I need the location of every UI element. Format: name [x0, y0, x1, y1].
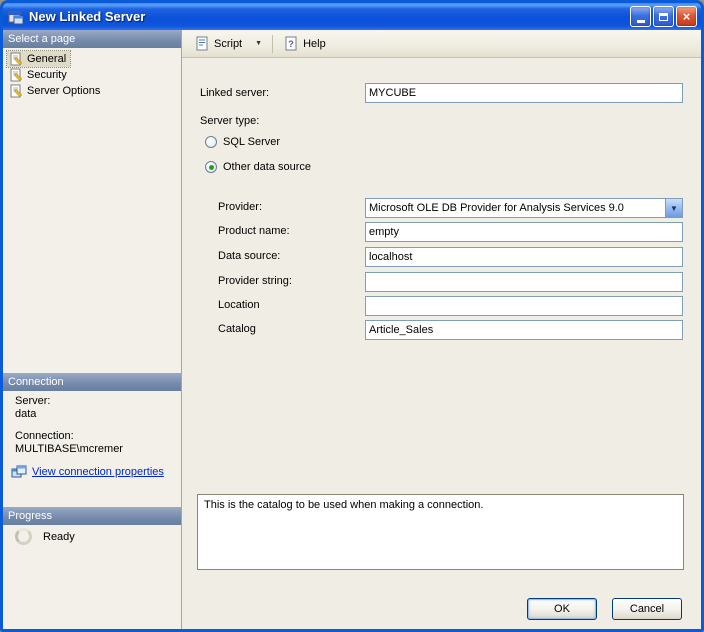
- help-button[interactable]: ? Help: [279, 33, 331, 55]
- location-label: Location: [218, 299, 260, 311]
- window-title: New Linked Server: [29, 9, 146, 24]
- field-help-box: This is the catalog to be used when maki…: [197, 494, 684, 570]
- chevron-down-icon: ▼: [255, 40, 263, 47]
- window-server-icon: [8, 11, 24, 24]
- other-data-source-radio[interactable]: Other data source: [205, 161, 311, 173]
- progress-status: Ready: [43, 531, 75, 543]
- close-icon: ×: [682, 9, 691, 24]
- connection-value: MULTIBASE\mcremer: [15, 443, 123, 455]
- data-source-input[interactable]: [365, 247, 683, 267]
- linked-server-input[interactable]: [365, 83, 683, 103]
- provider-string-label: Provider string:: [218, 275, 292, 287]
- server-label: Server:: [15, 395, 51, 407]
- product-name-label: Product name:: [218, 225, 290, 237]
- view-connection-properties-link[interactable]: View connection properties: [11, 464, 164, 480]
- main-pane: Script ▼ ? Help Linked server: Server ty…: [182, 30, 701, 629]
- new-linked-server-dialog: New Linked Server × Select a page Genera…: [0, 0, 704, 632]
- sql-server-radio[interactable]: SQL Server: [205, 136, 280, 148]
- view-connection-properties-label: View connection properties: [32, 466, 164, 478]
- select-a-page-header: Select a page: [3, 30, 181, 48]
- help-icon: ?: [285, 36, 297, 51]
- sidebar-item-security[interactable]: Security: [7, 67, 71, 83]
- server-type-label: Server type:: [200, 115, 260, 127]
- sidebar: Select a page General Security Server Op…: [3, 30, 182, 629]
- sidebar-item-label: Server Options: [27, 85, 101, 97]
- script-dropdown-button[interactable]: ▼: [247, 33, 268, 55]
- sidebar-item-general[interactable]: General: [5, 50, 72, 68]
- page-icon: [10, 68, 23, 82]
- titlebar[interactable]: New Linked Server ×: [3, 3, 701, 30]
- cancel-button[interactable]: Cancel: [612, 598, 682, 620]
- maximize-button[interactable]: [653, 6, 674, 27]
- toolbar: Script ▼ ? Help: [182, 30, 701, 58]
- connection-header: Connection: [3, 373, 181, 391]
- provider-selected-value: Microsoft OLE DB Provider for Analysis S…: [369, 202, 624, 214]
- field-help-text: This is the catalog to be used when maki…: [204, 499, 484, 511]
- window-controls: ×: [628, 6, 697, 27]
- dialog-body: Select a page General Security Server Op…: [3, 30, 701, 629]
- sidebar-item-server-options[interactable]: Server Options: [7, 83, 104, 99]
- catalog-input[interactable]: [365, 320, 683, 340]
- product-name-input[interactable]: [365, 222, 683, 242]
- radio-unselected-icon: [205, 136, 217, 148]
- sidebar-item-label: Security: [27, 69, 67, 81]
- sidebar-item-label: General: [27, 53, 67, 65]
- maximize-icon: [659, 12, 668, 21]
- linked-server-label: Linked server:: [200, 87, 270, 99]
- connection-label: Connection:: [15, 430, 74, 442]
- help-button-label: Help: [303, 37, 326, 50]
- location-input[interactable]: [365, 296, 683, 316]
- minimize-button[interactable]: [630, 6, 651, 27]
- ok-button[interactable]: OK: [527, 598, 597, 620]
- script-button[interactable]: Script: [190, 33, 247, 55]
- sql-server-radio-label: SQL Server: [223, 136, 281, 148]
- page-icon: [10, 52, 23, 66]
- other-data-source-radio-label: Other data source: [223, 161, 312, 173]
- close-button[interactable]: ×: [676, 6, 697, 27]
- svg-text:?: ?: [288, 39, 294, 49]
- radio-selected-icon: [205, 161, 217, 173]
- minimize-icon: [636, 19, 645, 23]
- combo-dropdown-icon[interactable]: ▼: [665, 199, 682, 217]
- provider-string-input[interactable]: [365, 272, 683, 292]
- catalog-label: Catalog: [218, 323, 256, 335]
- server-value: data: [15, 408, 37, 420]
- progress-spinner-icon: [15, 528, 32, 545]
- page-icon: [10, 84, 23, 98]
- data-source-label: Data source:: [218, 250, 281, 262]
- toolbar-separator: [272, 34, 274, 53]
- provider-select[interactable]: Microsoft OLE DB Provider for Analysis S…: [365, 198, 683, 218]
- script-button-label: Script: [214, 37, 243, 50]
- progress-header: Progress: [3, 507, 181, 525]
- provider-label: Provider:: [218, 201, 263, 213]
- connection-properties-icon: [11, 465, 27, 478]
- script-icon: [196, 36, 208, 51]
